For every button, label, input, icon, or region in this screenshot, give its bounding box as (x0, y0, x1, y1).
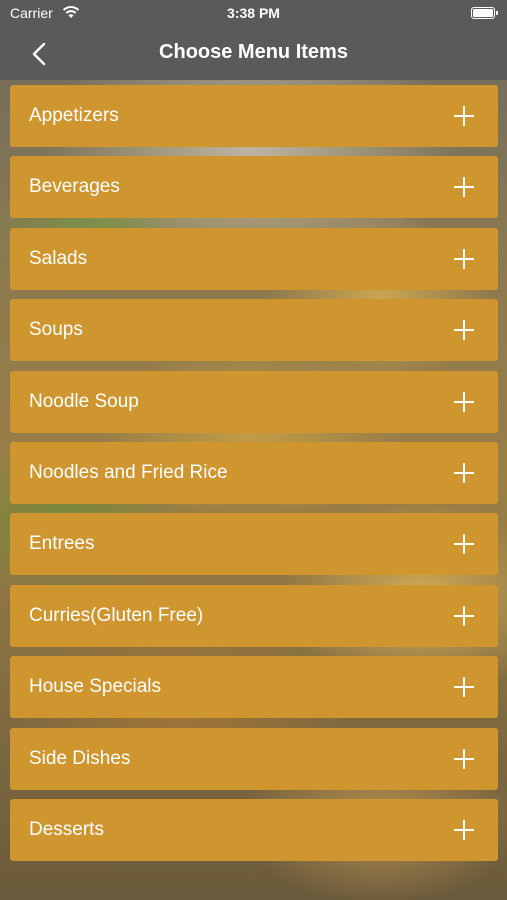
category-label: Appetizers (29, 105, 119, 126)
plus-icon[interactable] (454, 106, 474, 126)
category-row-salads[interactable]: Salads (10, 227, 498, 290)
category-label: Curries(Gluten Free) (29, 604, 204, 626)
clock: 3:38 PM (227, 5, 280, 21)
category-label: Noodles and Fried Rice (29, 461, 228, 483)
category-row-curries[interactable]: Curries(Gluten Free) (10, 584, 498, 647)
category-label: Noodle Soup (29, 390, 139, 412)
category-row-house-specials[interactable]: House Specials (10, 656, 498, 719)
category-row-appetizers[interactable]: Appetizers (10, 85, 498, 147)
category-row-desserts[interactable]: Desserts (10, 798, 498, 861)
plus-icon[interactable] (454, 391, 474, 412)
plus-icon[interactable] (454, 248, 474, 269)
navigation-bar: Choose Menu Items (0, 28, 507, 80)
category-label: Beverages (29, 176, 120, 198)
page-title: Choose Menu Items (159, 41, 348, 63)
category-row-noodle-soup[interactable]: Noodle Soup (10, 370, 498, 433)
category-row-noodles-fried-rice[interactable]: Noodles and Fried Rice (10, 441, 498, 504)
plus-icon[interactable] (454, 677, 474, 698)
category-label: Salads (29, 247, 88, 269)
category-label: Side Dishes (29, 747, 131, 769)
plus-icon[interactable] (454, 320, 474, 341)
status-bar: Carrier 3:38 PM (0, 0, 507, 28)
plus-icon[interactable] (454, 534, 474, 555)
plus-icon[interactable] (454, 605, 474, 626)
plus-icon[interactable] (454, 462, 474, 483)
category-label: Soups (29, 319, 83, 341)
category-row-soups[interactable]: Soups (10, 299, 498, 362)
category-label: Entrees (29, 533, 95, 555)
category-row-entrees[interactable]: Entrees (10, 513, 498, 576)
menu-category-list: Appetizers Beverages Salads Soups Noodle… (10, 85, 498, 870)
plus-icon[interactable] (454, 748, 474, 769)
category-label: Desserts (29, 818, 104, 840)
category-row-beverages[interactable]: Beverages (10, 156, 498, 219)
battery-icon (471, 7, 498, 19)
category-label: House Specials (29, 676, 162, 698)
plus-icon[interactable] (454, 819, 474, 840)
plus-icon[interactable] (454, 177, 474, 198)
category-row-side-dishes[interactable]: Side Dishes (10, 727, 498, 790)
